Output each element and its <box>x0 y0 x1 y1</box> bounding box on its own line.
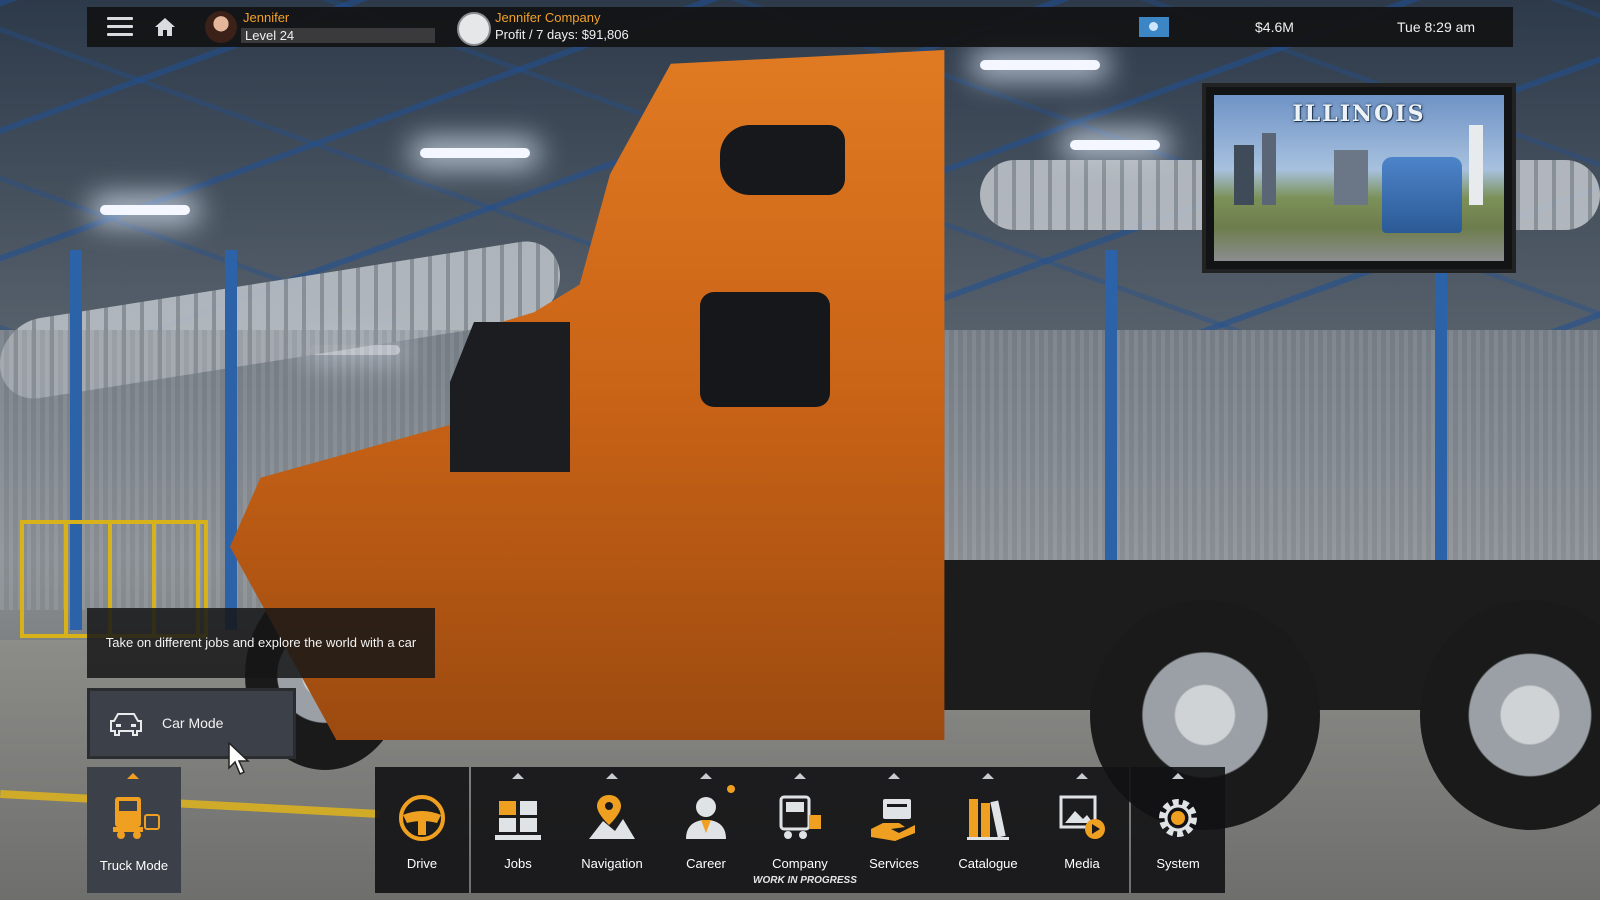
ceiling-lamp <box>100 205 190 215</box>
expand-arrow-icon <box>606 773 618 779</box>
hamburger-menu-icon[interactable] <box>107 17 133 37</box>
dock-group-drive: Drive <box>375 767 469 893</box>
dock-item-services[interactable]: Services <box>847 767 941 893</box>
flag-icon[interactable] <box>1139 17 1169 37</box>
car-mode-button[interactable]: Car Mode <box>87 688 296 759</box>
billboard-truck <box>1382 157 1462 233</box>
ceiling-lamp <box>980 60 1100 70</box>
expand-arrow-icon <box>700 773 712 779</box>
level-bar: Level 24 <box>241 28 435 43</box>
dock-label: Company <box>772 856 828 871</box>
dock-label: Navigation <box>581 856 643 871</box>
dock-label: Drive <box>406 856 438 871</box>
dock-label: System <box>1156 856 1200 871</box>
top-status-bar: Jennifer Level 24 Jennifer Company Profi… <box>87 7 1513 47</box>
truck-mode-button[interactable]: Truck Mode <box>87 767 181 893</box>
steering-wheel-icon <box>399 795 445 841</box>
tooltip-text: Take on different jobs and explore the w… <box>105 635 417 650</box>
skyscraper <box>1234 145 1254 205</box>
ceiling-lamp <box>1070 140 1160 150</box>
money-balance: $4.6M <box>1255 19 1294 35</box>
profit-text: Profit / 7 days: $91,806 <box>495 27 629 42</box>
dock-label: Services <box>869 856 919 871</box>
truck-roof-window <box>720 125 845 195</box>
jobs-boxes-icon <box>495 801 541 840</box>
dock-item-company[interactable]: Company WORK IN PROGRESS <box>753 767 857 893</box>
skyscraper <box>1262 133 1276 205</box>
dock-label: Catalogue <box>958 856 1018 871</box>
dock-item-catalogue[interactable]: Catalogue <box>941 767 1035 893</box>
dock-item-career[interactable]: Career <box>659 767 753 893</box>
avatar[interactable] <box>205 11 237 43</box>
expand-arrow-icon <box>982 773 994 779</box>
billboard-title: ILLINOIS <box>1292 101 1426 127</box>
player-name: Jennifer <box>243 10 290 25</box>
truck-mode-label: Truck Mode <box>99 858 169 873</box>
dock-item-media[interactable]: Media <box>1035 767 1129 893</box>
expand-arrow-icon <box>127 773 139 779</box>
game-clock: Tue 8:29 am <box>1397 19 1476 35</box>
expand-arrow-icon <box>1076 773 1088 779</box>
dock-item-jobs[interactable]: Jobs <box>471 767 565 893</box>
map-pin-icon <box>589 795 635 839</box>
work-in-progress-note: WORK IN PROGRESS <box>753 875 857 886</box>
truck-icon <box>113 797 160 839</box>
books-icon <box>967 799 1009 840</box>
truck-door-window <box>450 322 570 472</box>
expand-arrow-icon <box>888 773 900 779</box>
car-icon <box>110 713 142 736</box>
truck-sleeper-window <box>700 292 830 407</box>
mode-tooltip: Take on different jobs and explore the w… <box>87 608 435 678</box>
dock-label: Career <box>686 856 726 871</box>
billboard-image: ILLINOIS <box>1214 95 1504 261</box>
person-icon <box>686 797 726 839</box>
dock-item-navigation[interactable]: Navigation <box>565 767 659 893</box>
billboard-screen: ILLINOIS <box>1202 83 1516 273</box>
company-logo-icon[interactable] <box>457 12 491 46</box>
dock-label: Media <box>1064 856 1100 871</box>
notification-dot <box>727 785 735 793</box>
dock-item-system[interactable]: System <box>1131 767 1225 893</box>
expand-arrow-icon <box>1172 773 1184 779</box>
expand-arrow-icon <box>512 773 524 779</box>
expand-arrow-icon <box>794 773 806 779</box>
gear-icon <box>1159 799 1197 837</box>
services-hand-icon <box>871 799 915 841</box>
company-truck-icon <box>779 795 821 839</box>
mouse-cursor-icon <box>228 742 250 776</box>
dock-group-system: System <box>1131 767 1225 893</box>
company-name: Jennifer Company <box>495 10 601 25</box>
skyscraper <box>1334 150 1368 205</box>
main-dock: Drive Jobs Navigation Career Company WOR… <box>375 767 1225 893</box>
home-icon[interactable] <box>153 15 177 39</box>
dock-item-drive[interactable]: Drive <box>375 767 469 893</box>
level-label: Level 24 <box>245 28 295 43</box>
car-mode-label: Car Mode <box>162 715 224 731</box>
skyscraper <box>1469 125 1483 205</box>
dock-label: Jobs <box>504 856 532 871</box>
media-play-icon <box>1059 795 1105 839</box>
dock-group-main: Jobs Navigation Career Company WORK IN P… <box>471 767 1129 893</box>
